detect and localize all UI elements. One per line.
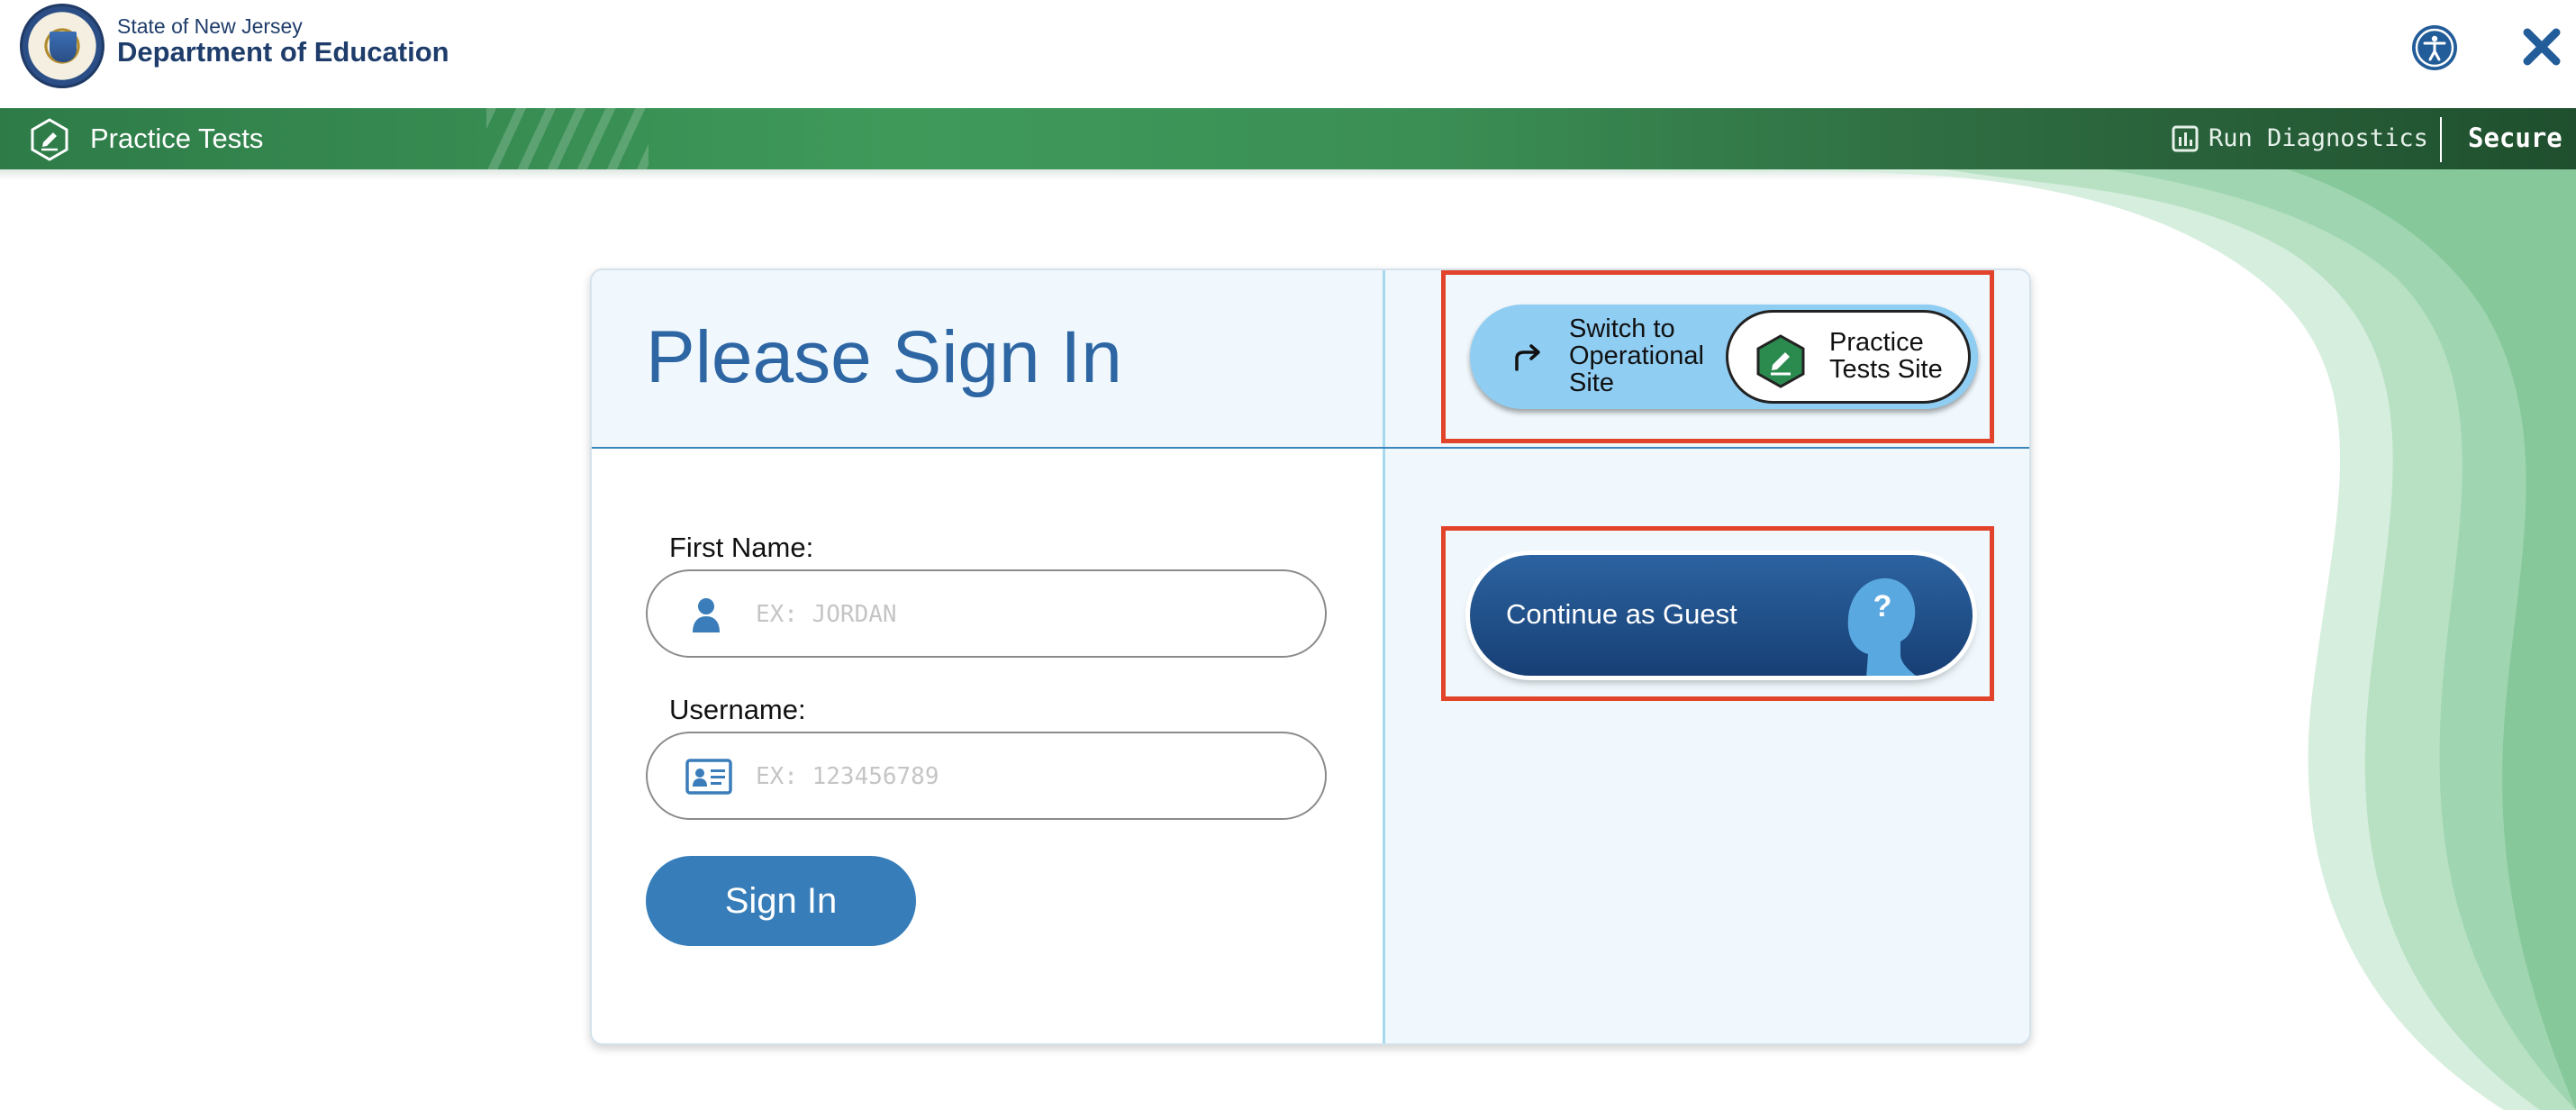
switch-site-toggle[interactable]: Switch to Operational Site Practice Test…	[1470, 305, 1978, 409]
card-header-divider	[592, 447, 2029, 449]
card-right-panel: Switch to Operational Site Practice Test…	[1383, 270, 2029, 1043]
nav-bar: Practice Tests Run Diagnostics Secure v	[0, 108, 2576, 169]
first-name-field[interactable]	[646, 569, 1327, 658]
signin-card: Switch to Operational Site Practice Test…	[590, 268, 2031, 1045]
agency-subtitle: State of New Jersey	[117, 14, 303, 38]
nj-state-seal-icon	[20, 4, 104, 88]
svg-text:?: ?	[1873, 589, 1892, 623]
top-header: State of New Jersey Department of Educat…	[0, 0, 2576, 108]
id-card-icon	[685, 759, 732, 795]
username-input[interactable]	[754, 753, 1280, 800]
username-field[interactable]	[646, 732, 1327, 820]
close-button[interactable]	[2518, 23, 2565, 70]
accessibility-button[interactable]	[2412, 25, 2457, 70]
bar-chart-icon	[2172, 125, 2199, 152]
secure-browser-link[interactable]: Secure v	[2468, 123, 2576, 153]
guest-head-question-icon: ?	[1847, 578, 1917, 676]
page-title: Please Sign In	[646, 316, 1122, 398]
sign-in-button[interactable]: Sign In	[646, 856, 916, 946]
close-icon	[2523, 28, 2561, 66]
nav-decoration	[486, 108, 649, 169]
nav-title[interactable]: Practice Tests	[90, 123, 263, 155]
run-diagnostics-link[interactable]: Run Diagnostics	[2209, 124, 2428, 152]
first-name-label: First Name:	[669, 532, 814, 563]
practice-site-indicator[interactable]: Practice Tests Site	[1726, 310, 1971, 404]
pencil-hexagon-icon	[31, 118, 68, 161]
practice-site-label: Practice Tests Site	[1829, 328, 1943, 384]
accessibility-icon	[2415, 28, 2454, 68]
guest-button-label: Continue as Guest	[1506, 598, 1737, 630]
username-label: Username:	[669, 694, 806, 725]
person-icon	[693, 598, 720, 632]
continue-as-guest-button[interactable]: Continue as Guest ?	[1470, 555, 1973, 676]
pencil-hexagon-icon	[1756, 334, 1805, 388]
agency-name: Department of Education	[117, 36, 449, 68]
first-name-input[interactable]	[754, 591, 1280, 638]
nav-divider	[2440, 117, 2442, 162]
switch-operational-label: Switch to Operational Site	[1569, 314, 1704, 397]
redirect-arrow-icon	[1515, 344, 1540, 371]
